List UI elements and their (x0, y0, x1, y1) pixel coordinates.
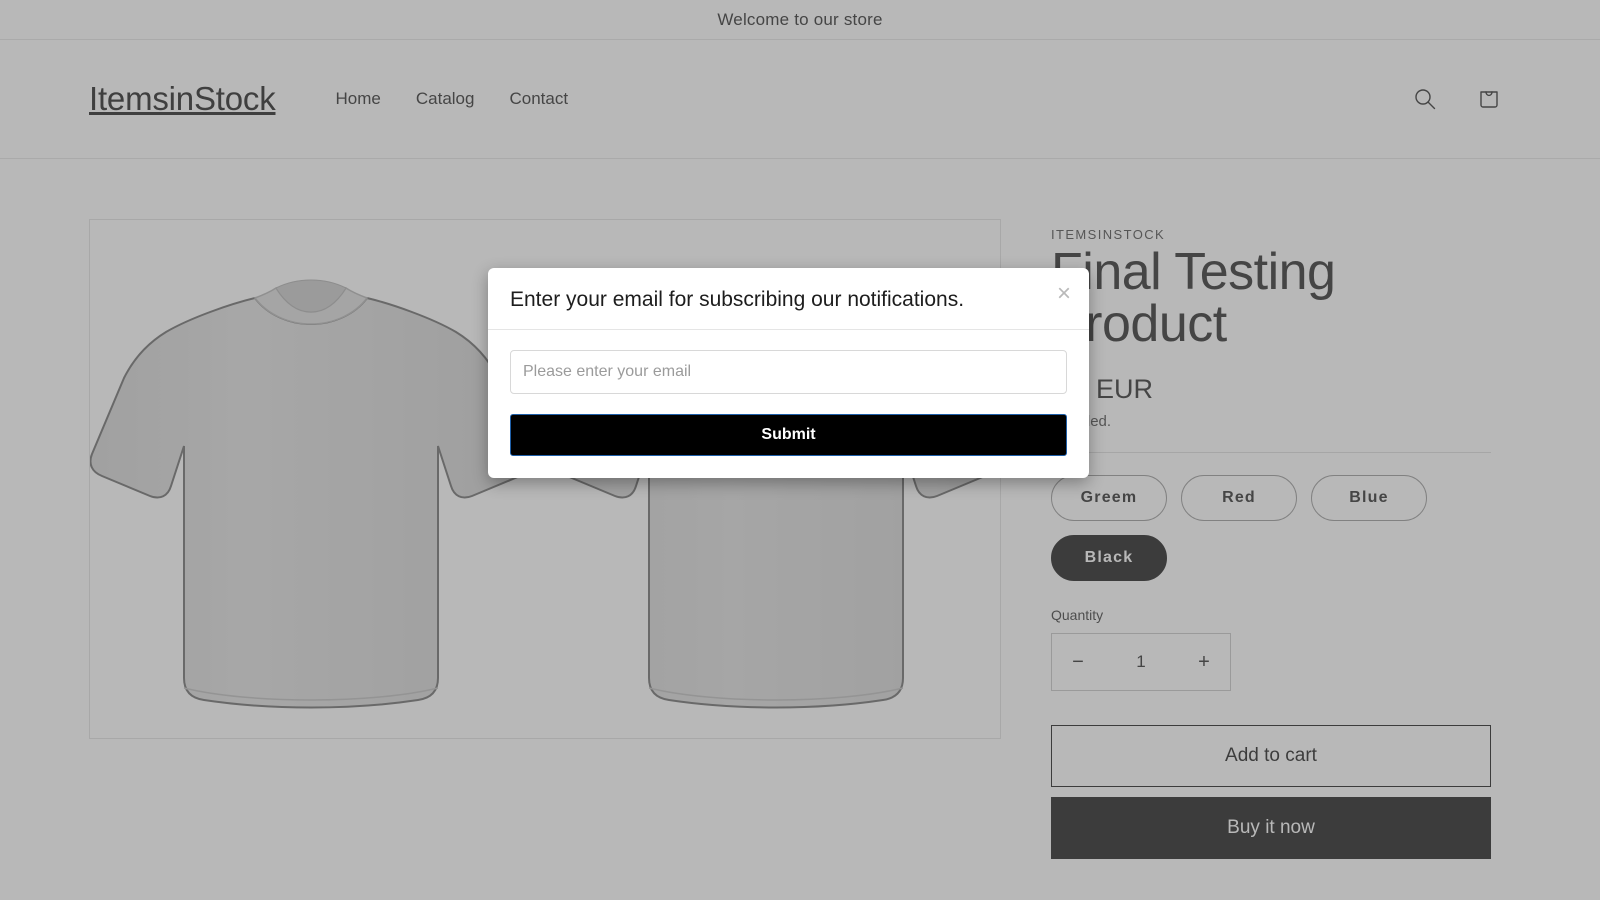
modal-header: Enter your email for subscribing our not… (488, 268, 1089, 331)
submit-button[interactable]: Submit (510, 414, 1067, 457)
modal-body: Submit (488, 330, 1089, 478)
email-field[interactable] (510, 350, 1067, 395)
subscribe-modal: Enter your email for subscribing our not… (488, 268, 1089, 479)
modal-title: Enter your email for subscribing our not… (510, 288, 965, 311)
close-icon[interactable]: × (1057, 282, 1071, 306)
